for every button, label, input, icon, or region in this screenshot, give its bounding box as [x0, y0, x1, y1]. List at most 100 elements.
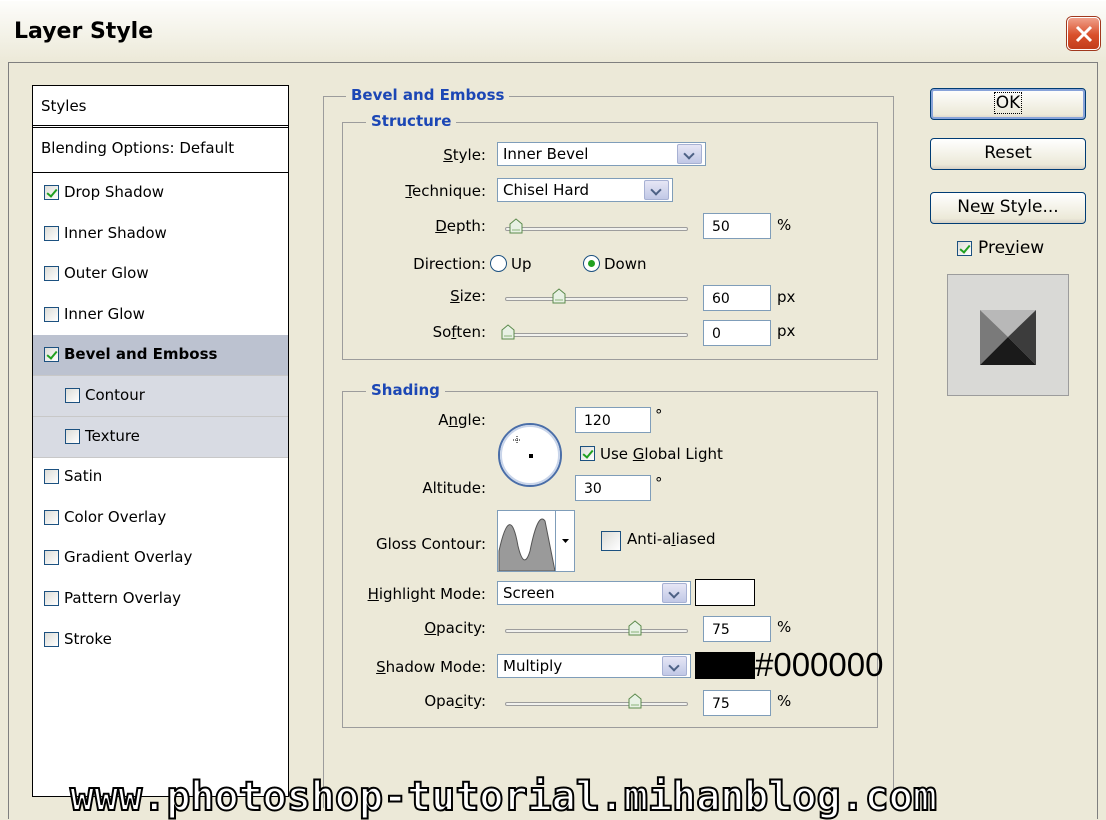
blending-options-item[interactable]: Blending Options: Default — [33, 128, 288, 173]
shadow-color-swatch[interactable] — [695, 652, 755, 679]
styles-list: Styles Blending Options: Default Drop Sh… — [32, 85, 289, 797]
chevron-down-icon[interactable] — [677, 144, 702, 164]
preview-checkbox[interactable] — [957, 241, 972, 256]
shading-title: Shading — [366, 381, 445, 399]
size-label: Size: — [450, 287, 486, 305]
depth-input[interactable]: 50 — [703, 213, 771, 239]
angle-label: Angle: — [438, 411, 486, 429]
gloss-contour-picker[interactable] — [497, 510, 575, 572]
new-style-button[interactable]: New Style... — [930, 192, 1086, 224]
angle-dial[interactable] — [497, 422, 565, 488]
soften-slider-thumb[interactable] — [501, 324, 515, 340]
bevel-preview-icon — [980, 310, 1036, 365]
depth-slider-track[interactable] — [505, 227, 688, 231]
angle-degree: ° — [655, 406, 663, 424]
highlight-color-swatch[interactable] — [695, 579, 755, 606]
bevel-style-select[interactable]: Inner Bevel — [497, 142, 706, 166]
style-item-inner-shadow[interactable]: Inner Shadow — [33, 214, 288, 255]
gloss-contour-label: Gloss Contour: — [375, 535, 486, 553]
chevron-down-icon[interactable] — [662, 583, 687, 603]
style-preview-thumbnail — [947, 274, 1069, 396]
highlight-opacity-input[interactable]: 75 — [703, 616, 771, 642]
technique-value: Chisel Hard — [503, 181, 590, 199]
gloss-contour-dropdown[interactable] — [555, 511, 575, 571]
style-item-label: Texture — [85, 427, 140, 445]
use-global-light-label: Use Global Light — [600, 445, 723, 463]
style-item-satin[interactable]: Satin — [33, 457, 288, 498]
size-input[interactable]: 60 — [703, 285, 771, 311]
style-item-bevel-and-emboss[interactable]: Bevel and Emboss — [33, 335, 288, 376]
caret-down-icon — [562, 539, 569, 543]
style-item-checkbox[interactable] — [44, 469, 59, 484]
highlight-opacity-track[interactable] — [505, 629, 688, 633]
shadow-opacity-thumb[interactable] — [628, 693, 642, 709]
highlight-mode-label: Highlight Mode: — [367, 585, 486, 603]
highlight-mode-value: Screen — [503, 584, 555, 602]
chevron-down-icon[interactable] — [662, 656, 687, 676]
style-item-texture[interactable]: Texture — [33, 417, 288, 458]
ok-button[interactable]: OK — [930, 88, 1086, 120]
style-item-checkbox[interactable] — [44, 550, 59, 565]
style-item-checkbox[interactable] — [44, 347, 59, 362]
anti-aliased-label: Anti-aliased — [627, 530, 716, 548]
soften-input[interactable]: 0 — [703, 320, 771, 346]
direction-up-radio[interactable] — [490, 255, 507, 272]
shadow-opacity-input[interactable]: 75 — [703, 690, 771, 716]
direction-up-label: Up — [511, 255, 532, 273]
bevel-emboss-title: Bevel and Emboss — [346, 86, 510, 104]
blending-options-label: Blending Options: Default — [41, 139, 235, 157]
style-item-label: Color Overlay — [64, 508, 167, 526]
style-item-pattern-overlay[interactable]: Pattern Overlay — [33, 579, 288, 620]
highlight-mode-select[interactable]: Screen — [497, 581, 691, 605]
size-slider-thumb[interactable] — [552, 288, 566, 304]
direction-down-radio[interactable] — [583, 255, 600, 272]
style-item-checkbox[interactable] — [44, 632, 59, 647]
technique-label: Technique: — [405, 182, 486, 200]
style-item-inner-glow[interactable]: Inner Glow — [33, 295, 288, 336]
style-item-label: Bevel and Emboss — [64, 345, 218, 363]
style-item-outer-glow[interactable]: Outer Glow — [33, 254, 288, 295]
style-item-gradient-overlay[interactable]: Gradient Overlay — [33, 538, 288, 579]
angle-input[interactable]: 120 — [575, 407, 651, 433]
style-item-checkbox[interactable] — [44, 266, 59, 281]
highlight-opacity-thumb[interactable] — [628, 620, 642, 636]
styles-header[interactable]: Styles — [33, 86, 288, 128]
style-item-checkbox[interactable] — [65, 388, 80, 403]
style-item-checkbox[interactable] — [65, 429, 80, 444]
style-item-label: Outer Glow — [64, 264, 149, 282]
anti-aliased-checkbox[interactable] — [601, 531, 621, 551]
styles-header-label: Styles — [41, 97, 87, 115]
style-item-checkbox[interactable] — [44, 307, 59, 322]
use-global-light-checkbox[interactable] — [580, 446, 595, 461]
direction-down-label: Down — [604, 255, 647, 273]
style-item-checkbox[interactable] — [44, 510, 59, 525]
shadow-opacity-label: Opacity: — [424, 692, 486, 710]
style-item-contour[interactable]: Contour — [33, 376, 288, 417]
shadow-mode-select[interactable]: Multiply — [497, 654, 691, 678]
reset-button[interactable]: Reset — [930, 138, 1086, 170]
chevron-down-icon[interactable] — [644, 180, 669, 200]
angle-dial-icon — [498, 423, 562, 487]
size-slider-track[interactable] — [505, 297, 688, 301]
style-item-checkbox[interactable] — [44, 591, 59, 606]
shadow-opacity-track[interactable] — [505, 702, 688, 706]
style-item-drop-shadow[interactable]: Drop Shadow — [33, 173, 288, 214]
altitude-degree: ° — [655, 474, 663, 492]
shadow-opacity-unit: % — [777, 692, 792, 710]
shadow-mode-value: Multiply — [503, 657, 563, 675]
style-item-color-overlay[interactable]: Color Overlay — [33, 498, 288, 539]
size-unit: px — [777, 288, 796, 306]
style-item-stroke[interactable]: Stroke — [33, 620, 288, 661]
style-item-label: Satin — [64, 467, 103, 485]
depth-slider-thumb[interactable] — [509, 218, 523, 234]
style-item-checkbox[interactable] — [44, 185, 59, 200]
style-item-label: Stroke — [64, 630, 112, 648]
close-button[interactable] — [1067, 17, 1100, 50]
technique-select[interactable]: Chisel Hard — [497, 178, 673, 202]
title-bar: Layer Style — [0, 0, 1106, 62]
soften-label: Soften: — [432, 323, 486, 341]
soften-slider-track[interactable] — [505, 333, 688, 337]
altitude-input[interactable]: 30 — [575, 475, 651, 501]
style-item-label: Pattern Overlay — [64, 589, 182, 607]
style-item-checkbox[interactable] — [44, 226, 59, 241]
